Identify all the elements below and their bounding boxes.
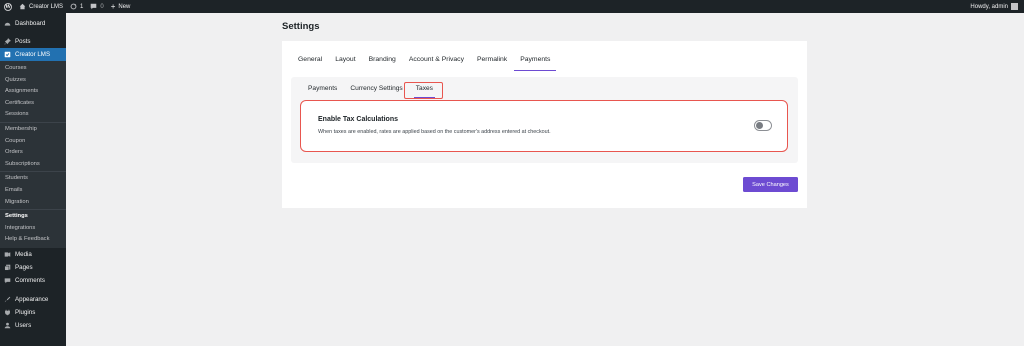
menu-plugins[interactable]: Plugins — [0, 306, 66, 319]
menu-posts-label: Posts — [15, 38, 31, 45]
comments-count: 0 — [100, 3, 104, 10]
plus-icon: + — [110, 1, 116, 11]
submenu-separator — [0, 171, 66, 173]
submenu-migration[interactable]: Migration — [0, 197, 66, 209]
account-menu[interactable]: Howdy, admin — [970, 3, 1018, 10]
tab-payments[interactable]: Payments — [514, 56, 557, 71]
howdy-text: Howdy, admin — [970, 3, 1008, 10]
submenu-help-feedback[interactable]: Help & Feedback — [0, 234, 66, 246]
menu-dashboard[interactable]: Dashboard — [0, 17, 66, 30]
payments-panel: Payments Currency Settings Taxes Enable … — [291, 77, 798, 163]
submenu-separator — [0, 121, 66, 123]
menu-media[interactable]: Media — [0, 248, 66, 261]
tab-general[interactable]: General — [298, 56, 322, 70]
menu-plugins-label: Plugins — [15, 308, 36, 316]
submenu-assignments[interactable]: Assignments — [0, 86, 66, 98]
subtab-currency-settings[interactable]: Currency Settings — [350, 85, 402, 97]
subtab-payments[interactable]: Payments — [308, 85, 337, 97]
submenu-orders[interactable]: Orders — [0, 147, 66, 159]
menu-dashboard-label: Dashboard — [15, 20, 46, 27]
submenu-courses[interactable]: Courses — [0, 63, 66, 75]
submenu-settings[interactable]: Settings — [0, 211, 66, 223]
updates-count: 1 — [80, 3, 84, 10]
site-name-link[interactable]: Creator LMS — [19, 3, 63, 10]
enable-tax-toggle[interactable] — [754, 120, 772, 131]
menu-pages[interactable]: Pages — [0, 261, 66, 274]
site-name: Creator LMS — [29, 3, 64, 10]
comments-icon — [4, 277, 11, 284]
new-label: New — [118, 3, 131, 10]
plug-icon — [4, 309, 11, 316]
pin-icon — [4, 38, 11, 45]
page-title: Settings — [282, 21, 320, 32]
pages-icon — [4, 264, 11, 271]
media-icon — [4, 251, 11, 258]
paintbrush-icon — [4, 296, 11, 303]
tax-setting-row: Enable Tax Calculations When taxes are e… — [300, 100, 788, 152]
settings-card: General Layout Branding Account & Privac… — [282, 41, 807, 208]
tab-branding[interactable]: Branding — [369, 56, 396, 70]
menu-media-label: Media — [15, 250, 32, 258]
updates-icon — [70, 3, 77, 10]
menu-pages-label: Pages — [15, 263, 33, 271]
toggle-knob — [756, 122, 763, 129]
submenu-quizzes[interactable]: Quizzes — [0, 75, 66, 87]
menu-comments-label: Comments — [15, 276, 45, 284]
users-icon — [4, 322, 11, 329]
menu-comments[interactable]: Comments — [0, 274, 66, 287]
menu-creator-lms[interactable]: Creator LMS — [0, 48, 66, 61]
menu-users[interactable]: Users — [0, 319, 66, 332]
updates-link[interactable]: 1 — [70, 3, 83, 10]
creator-lms-icon — [4, 51, 11, 58]
menu-posts[interactable]: Posts — [0, 35, 66, 48]
admin-sidebar: Dashboard Posts Creator LMS Courses Quiz… — [0, 13, 66, 346]
menu-users-label: Users — [15, 321, 32, 329]
submenu-separator — [0, 209, 66, 211]
submenu-integrations[interactable]: Integrations — [0, 223, 66, 235]
save-changes-button[interactable]: Save Changes — [743, 177, 798, 192]
menu-appearance-label: Appearance — [15, 295, 49, 303]
taxes-tab-highlight — [404, 82, 443, 99]
submenu-sessions[interactable]: Sessions — [0, 109, 66, 121]
settings-tabs: General Layout Branding Account & Privac… — [298, 56, 557, 71]
comment-bubble-icon — [91, 3, 97, 10]
tab-layout[interactable]: Layout — [335, 56, 355, 70]
setting-title: Enable Tax Calculations — [318, 116, 399, 123]
submenu-students[interactable]: Students — [0, 173, 66, 185]
avatar — [1011, 3, 1018, 10]
submenu-emails[interactable]: Emails — [0, 185, 66, 197]
setting-description: When taxes are enabled, rates are applie… — [318, 129, 551, 135]
menu-appearance[interactable]: Appearance — [0, 293, 66, 306]
menu-creator-lms-label: Creator LMS — [15, 51, 51, 58]
wordpress-logo-icon[interactable]: W — [4, 2, 12, 11]
submenu-certificates[interactable]: Certificates — [0, 98, 66, 110]
comments-link[interactable]: 0 — [90, 3, 104, 10]
home-icon — [19, 3, 26, 10]
submenu-coupon[interactable]: Coupon — [0, 136, 66, 148]
new-content-link[interactable]: + New — [110, 1, 131, 11]
submenu-subscriptions[interactable]: Subscriptions — [0, 159, 66, 171]
admin-bar: W Creator LMS 1 0 + New Howdy, admin — [0, 0, 1024, 13]
dashboard-icon — [4, 20, 11, 27]
tab-permalink[interactable]: Permalink — [477, 56, 507, 70]
submenu-membership[interactable]: Membership — [0, 124, 66, 136]
creator-lms-submenu: Courses Quizzes Assignments Certificates… — [0, 61, 66, 248]
tab-account-privacy[interactable]: Account & Privacy — [409, 56, 464, 70]
